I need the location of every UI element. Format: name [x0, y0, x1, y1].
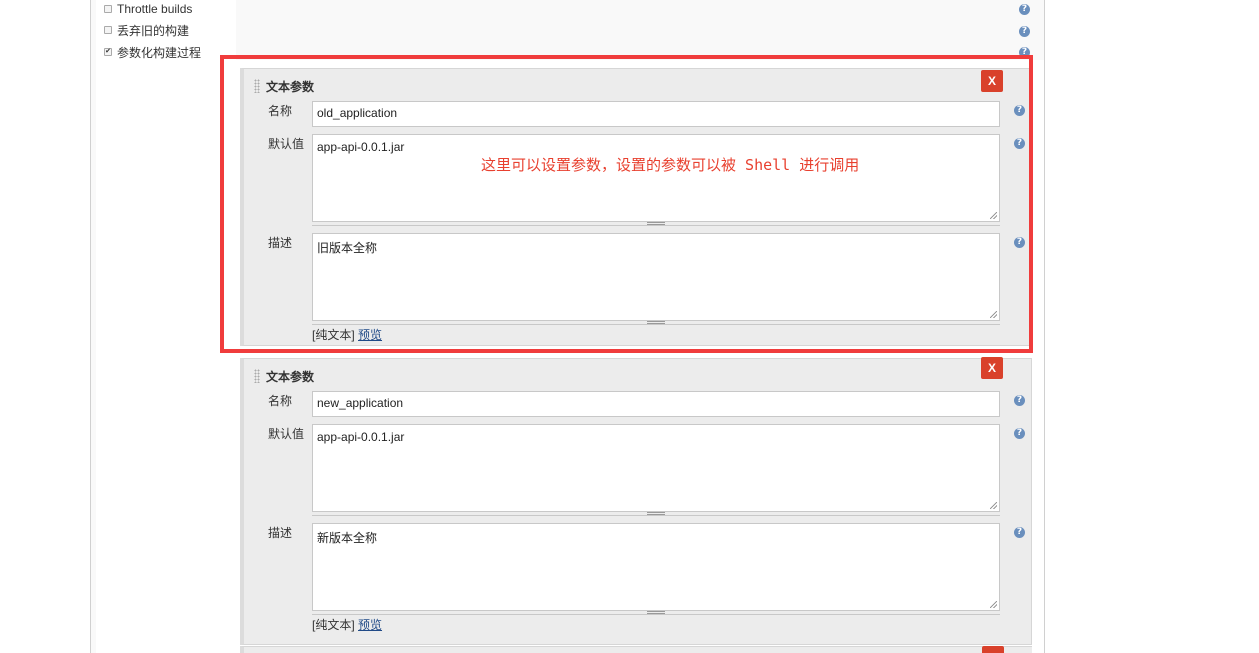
- description-text: 新版本全称: [317, 531, 378, 545]
- string-parameter-block: 文本参数 X 名称 new_application ? 默认值 app-api-…: [240, 357, 1032, 645]
- left-column: [96, 0, 236, 653]
- resize-grip-icon[interactable]: [990, 502, 997, 509]
- string-parameter-block-partial: [240, 646, 1032, 653]
- help-icon[interactable]: ?: [1019, 26, 1030, 37]
- option-parameterized-build[interactable]: ✔ 参数化构建过程: [104, 43, 201, 61]
- help-icon[interactable]: ?: [1014, 428, 1025, 439]
- delete-parameter-button[interactable]: X: [981, 357, 1003, 379]
- help-icon[interactable]: ?: [1014, 527, 1025, 538]
- checkbox[interactable]: [104, 5, 112, 13]
- preview-link[interactable]: 预览: [358, 618, 382, 632]
- option-label: Throttle builds: [117, 2, 193, 16]
- option-label: 参数化构建过程: [117, 45, 202, 60]
- textarea-expander[interactable]: [312, 512, 1000, 516]
- description-label: 描述: [268, 526, 293, 540]
- option-discard-old-builds[interactable]: 丢弃旧的构建: [104, 21, 189, 39]
- option-throttle-builds[interactable]: Throttle builds: [104, 0, 192, 18]
- help-icon[interactable]: ?: [1014, 395, 1025, 406]
- name-input[interactable]: new_application: [312, 391, 1000, 417]
- markup-format-line: [纯文本] 预览: [312, 616, 382, 633]
- checkbox[interactable]: [104, 26, 112, 34]
- default-value-label: 默认值: [268, 427, 305, 441]
- annotation-highlight-box: [220, 55, 1033, 353]
- checkbox-checked[interactable]: ✔: [104, 48, 112, 56]
- help-icon[interactable]: ?: [1019, 4, 1030, 15]
- description-textarea[interactable]: 新版本全称: [312, 523, 1000, 611]
- option-label: 丢弃旧的构建: [117, 23, 190, 38]
- delete-parameter-button-partial[interactable]: [982, 646, 1004, 653]
- resize-grip-icon[interactable]: [990, 601, 997, 608]
- annotation-text: 这里可以设置参数，设置的参数可以被 Shell 进行调用: [481, 156, 860, 174]
- default-value-text: app-api-0.0.1.jar: [317, 430, 405, 444]
- drag-handle-icon[interactable]: [254, 369, 260, 383]
- plain-text-label: [纯文本]: [312, 618, 355, 632]
- parameter-title: 文本参数: [266, 370, 315, 384]
- textarea-expander[interactable]: [312, 611, 1000, 615]
- default-value-textarea[interactable]: app-api-0.0.1.jar: [312, 424, 1000, 512]
- name-label: 名称: [268, 394, 293, 408]
